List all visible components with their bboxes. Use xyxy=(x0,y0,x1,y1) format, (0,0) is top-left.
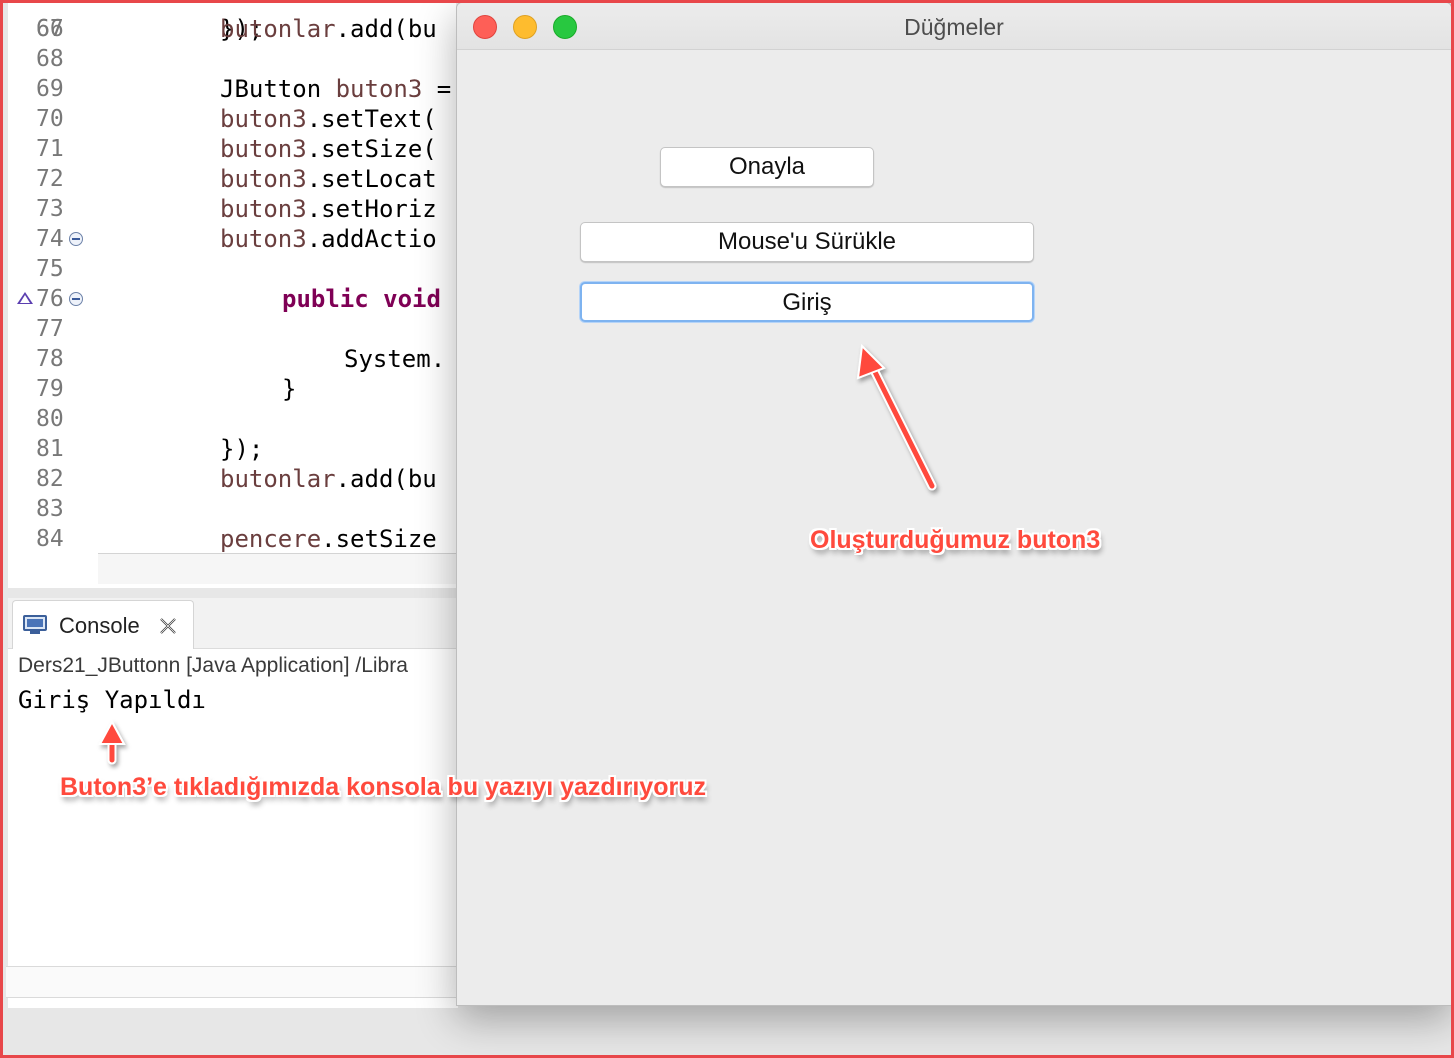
code-token: buton3 xyxy=(335,75,423,103)
editor-line[interactable]: 80 xyxy=(8,404,456,434)
console-output-text: Giriş Yapıldı xyxy=(18,686,206,714)
editor-line[interactable]: 79} xyxy=(8,374,456,404)
console-annotation: Buton3’e tıkladığımızda konsola bu yazıy… xyxy=(60,773,706,801)
editor-line-partial: 66}); xyxy=(36,15,264,43)
line-number: 73 xyxy=(36,196,64,222)
line-number: 81 xyxy=(36,436,64,462)
console-monitor-icon xyxy=(23,615,47,634)
line-number: 72 xyxy=(36,166,64,192)
window-titlebar[interactable]: Düğmeler xyxy=(457,3,1451,50)
code-token: JButton xyxy=(220,75,336,103)
console-tab-bar: Console xyxy=(8,598,458,649)
line-number: 70 xyxy=(36,106,64,132)
editor-line[interactable]: 67 butonlar.add(bu xyxy=(8,14,456,44)
code-token: .setText( xyxy=(306,105,437,133)
line-number: 67 xyxy=(36,16,64,42)
editor-line[interactable]: 81}); xyxy=(8,434,456,464)
code-token: .addActio xyxy=(306,225,437,253)
buton3-annotation: Oluşturduğumuz buton3 xyxy=(810,526,1101,554)
line-number: 83 xyxy=(36,496,64,522)
code-editor[interactable]: 66}); 67 butonlar.add(bu 68 69 JButton buton… xyxy=(8,0,456,588)
code-token: pencere xyxy=(220,525,322,553)
code-text: buton3.setSize( xyxy=(220,134,437,164)
line-number: 82 xyxy=(36,466,64,492)
line-number: 75 xyxy=(36,256,64,282)
editor-line[interactable]: 69 JButton buton3 = xyxy=(8,74,456,104)
line-number: 80 xyxy=(36,406,64,432)
code-text: JButton buton3 = xyxy=(220,74,451,104)
editor-line[interactable]: 83 xyxy=(8,494,456,524)
console-horizontal-scrollbar[interactable] xyxy=(6,966,458,998)
code-text: } xyxy=(282,374,296,404)
editor-line[interactable]: 84 pencere.setSize xyxy=(8,524,456,554)
code-token: buton3 xyxy=(220,225,307,253)
code-token: = xyxy=(422,75,452,103)
code-token: .setSize xyxy=(321,525,437,553)
console-view: Console Ders21_JButtonn [Java Applicatio… xyxy=(8,598,458,1008)
code-text: }); xyxy=(220,434,263,464)
code-token: .add(bu xyxy=(335,15,437,43)
editor-line[interactable]: 82 butonlar.add(bu xyxy=(8,464,456,494)
code-text: buton3.setText( xyxy=(220,104,437,134)
code-token: .setLocat xyxy=(306,165,437,193)
app-window: Düğmeler Onayla Mouse'u Sürükle Giriş xyxy=(456,2,1452,1006)
editor-line[interactable]: 74 buton3.addActio xyxy=(8,224,456,254)
override-marker-icon xyxy=(17,292,33,304)
line-number: 68 xyxy=(36,46,64,72)
console-process-description: Ders21_JButtonn [Java Application] /Libr… xyxy=(18,654,408,677)
line-number: 69 xyxy=(36,76,64,102)
editor-line[interactable]: 70 buton3.setText( xyxy=(8,104,456,134)
editor-line[interactable]: 75 xyxy=(8,254,456,284)
code-token: butonlar xyxy=(220,15,336,43)
mouse-surukle-button[interactable]: Mouse'u Sürükle xyxy=(580,222,1034,262)
onayla-button[interactable]: Onayla xyxy=(660,147,874,187)
editor-line[interactable]: 77 xyxy=(8,314,456,344)
editor-line[interactable]: 78 System. xyxy=(8,344,456,374)
code-text: buton3.setLocat xyxy=(220,164,437,194)
code-token: } xyxy=(282,375,297,403)
editor-line[interactable]: 68 xyxy=(8,44,456,74)
fold-toggle-icon[interactable] xyxy=(69,292,83,306)
desktop-screen: 66}); 67 butonlar.add(bu 68 69 JButton buton… xyxy=(0,0,1454,1058)
close-icon[interactable] xyxy=(157,615,179,637)
giris-button[interactable]: Giriş xyxy=(580,282,1034,322)
code-text: butonlar.add(bu xyxy=(220,464,437,494)
window-title: Düğmeler xyxy=(904,14,1004,40)
code-token: buton3 xyxy=(220,135,307,163)
line-number: 79 xyxy=(36,376,64,402)
code-token: System. xyxy=(344,345,446,373)
code-text: pencere.setSize xyxy=(220,524,437,554)
line-number: 84 xyxy=(36,526,64,552)
code-token: buton3 xyxy=(220,195,307,223)
code-text: buton3.addActio xyxy=(220,224,437,254)
code-token: .setHoriz xyxy=(306,195,437,223)
code-token: buton3 xyxy=(220,105,307,133)
fold-toggle-icon[interactable] xyxy=(69,232,83,246)
editor-line[interactable]: 76 public void xyxy=(8,284,456,314)
code-token: butonlar xyxy=(220,465,336,493)
editor-line[interactable]: 71 buton3.setSize( xyxy=(8,134,456,164)
tab-console[interactable]: Console xyxy=(12,600,194,649)
code-token: public void xyxy=(282,285,441,313)
editor-horizontal-scrollbar[interactable] xyxy=(98,553,456,584)
code-token: }); xyxy=(220,435,264,463)
editor-line[interactable]: 72 buton3.setLocat xyxy=(8,164,456,194)
code-token: buton3 xyxy=(220,165,307,193)
code-token: .add(bu xyxy=(335,465,437,493)
console-tab-label: Console xyxy=(59,613,140,638)
code-token: .setSize( xyxy=(306,135,437,163)
code-text: public void xyxy=(282,284,441,314)
line-number: 71 xyxy=(36,136,64,162)
code-text: System. xyxy=(344,344,445,374)
code-text: buton3.setHoriz xyxy=(220,194,437,224)
code-text: butonlar.add(bu xyxy=(220,14,437,44)
line-number: 77 xyxy=(36,316,64,342)
editor-line[interactable]: 73 buton3.setHoriz xyxy=(8,194,456,224)
line-number: 78 xyxy=(36,346,64,372)
